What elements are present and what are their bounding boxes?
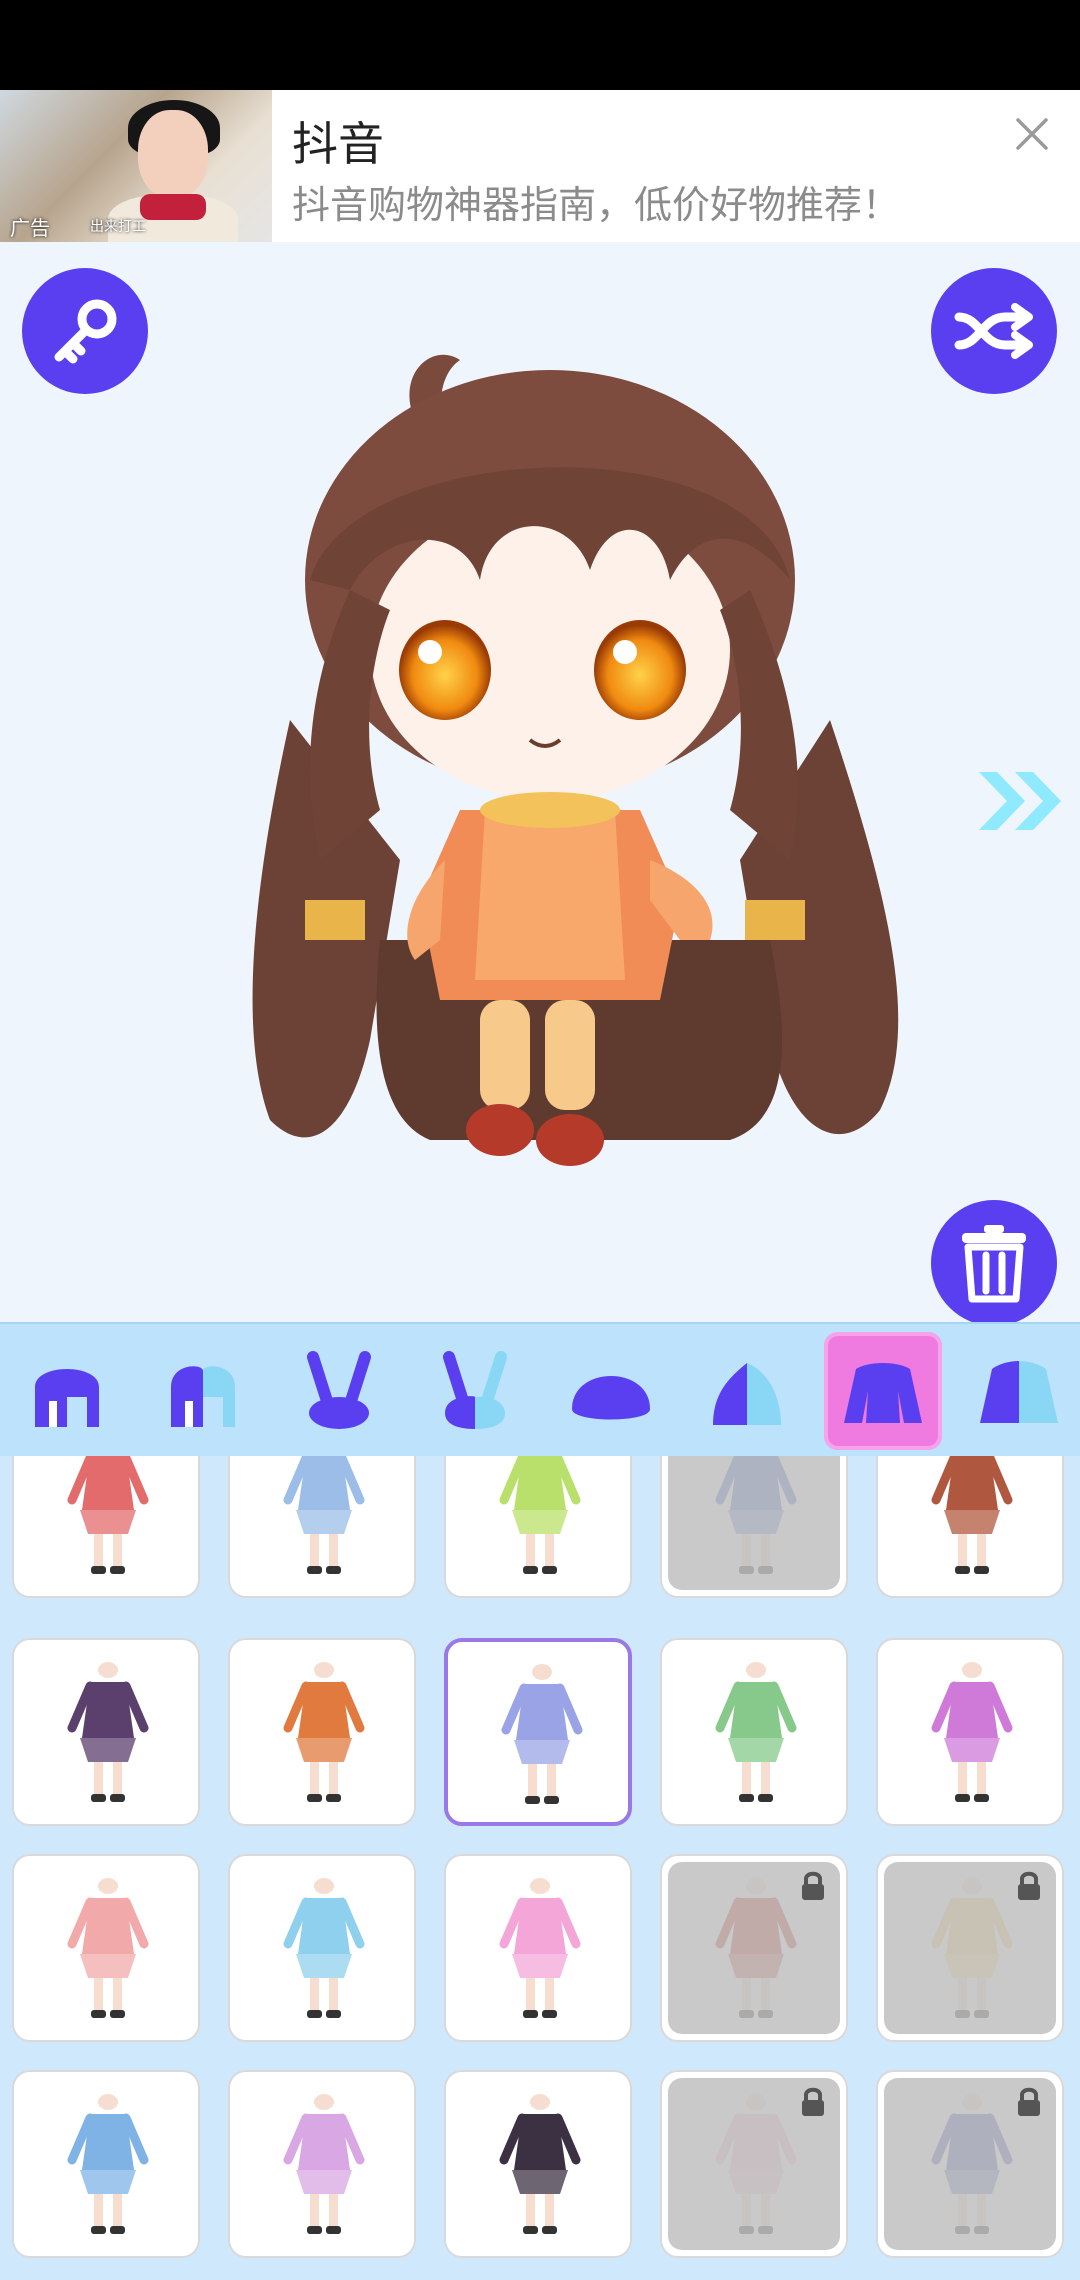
outfit-thumbnail: [283, 1456, 365, 1574]
category-tab-outfit-alt[interactable]: [960, 1332, 1078, 1450]
blob-icon: [572, 1376, 650, 1420]
ad-subtitle[interactable]: 抖音购物神器指南，低价好物推荐！: [292, 174, 900, 229]
category-bar: [0, 1322, 1080, 1458]
lock-icon: [1018, 1871, 1040, 1900]
blob-half-icon: [713, 1363, 781, 1425]
outfit-item-locked[interactable]: [876, 2070, 1064, 2258]
ad-thumbnail[interactable]: 广告 出来打工: [0, 90, 272, 242]
lock-icon: [802, 2087, 824, 2116]
key-icon: [54, 299, 117, 364]
outfit-item[interactable]: [444, 1854, 632, 2042]
status-bar: [0, 0, 1080, 90]
outfit-thumbnail: [67, 1456, 149, 1574]
category-tab-front-hair[interactable]: [8, 1332, 126, 1450]
front-hair-half-icon: [171, 1366, 235, 1427]
outfit-item-locked[interactable]: [660, 1854, 848, 2042]
outfit-item[interactable]: [12, 1456, 200, 1598]
category-tab-hat[interactable]: [552, 1332, 670, 1450]
shuffle-icon: [954, 303, 1033, 359]
outfit-thumbnail: [931, 1456, 1013, 1574]
outfit-item[interactable]: [12, 1854, 200, 2042]
outfit-item[interactable]: [444, 2070, 632, 2258]
outfit-item-locked[interactable]: [660, 1456, 848, 1598]
category-tab-outfit[interactable]: [824, 1332, 942, 1450]
outfit-item[interactable]: [228, 1638, 416, 1826]
outfit-item-selected[interactable]: [444, 1638, 632, 1826]
close-icon[interactable]: [1010, 112, 1054, 156]
lock-icon: [798, 1456, 828, 1458]
outfit-thumbnail: [67, 1878, 149, 2018]
ad-title[interactable]: 抖音: [292, 108, 384, 174]
outfit-item[interactable]: [12, 2070, 200, 2258]
category-tab-ears-alt[interactable]: [416, 1332, 534, 1450]
front-hair-icon: [35, 1369, 99, 1427]
outfit-item-locked[interactable]: [660, 2070, 848, 2258]
ad-banner[interactable]: 广告 出来打工 抖音 抖音购物神器指南，低价好物推荐！: [0, 90, 1080, 242]
outfit-thumbnail: [499, 1456, 581, 1574]
outfit-item-locked[interactable]: [876, 1854, 1064, 2042]
shirt-half-icon: [980, 1361, 1058, 1423]
outfit-thumbnail: [499, 1878, 581, 2018]
outfit-item[interactable]: [876, 1638, 1064, 1826]
outfit-item[interactable]: [228, 2070, 416, 2258]
ad-tag: 广告: [10, 216, 50, 240]
key-button[interactable]: [22, 268, 148, 394]
outfit-thumbnail: [283, 2094, 365, 2234]
items-grid: [0, 1456, 1080, 2280]
character-preview: [252, 354, 899, 1166]
trash-icon: [962, 1225, 1026, 1303]
outfit-item[interactable]: [444, 1456, 632, 1598]
bunny-ears-icon: [307, 1351, 371, 1429]
locked-overlay: [668, 1456, 840, 1590]
category-tab-ears[interactable]: [280, 1332, 398, 1450]
ad-thumb-caption: 出来打工: [90, 219, 146, 235]
category-tab-front-hair-alt[interactable]: [144, 1332, 262, 1450]
outfit-thumbnail: [67, 2094, 149, 2234]
double-chevron-right-icon[interactable]: [975, 768, 1067, 834]
shirt-icon: [844, 1363, 922, 1423]
outfit-item[interactable]: [228, 1456, 416, 1598]
lock-icon: [1018, 2087, 1040, 2116]
outfit-thumbnail: [499, 2094, 581, 2234]
outfit-thumbnail: [501, 1664, 583, 1804]
bunny-ears-half-icon: [443, 1351, 507, 1429]
outfit-thumbnail: [283, 1878, 365, 2018]
outfit-item[interactable]: [660, 1638, 848, 1826]
outfit-thumbnail: [931, 1662, 1013, 1802]
category-tab-accessory[interactable]: [688, 1332, 806, 1450]
lock-icon: [802, 1871, 824, 1900]
outfit-item[interactable]: [12, 1638, 200, 1826]
trash-button[interactable]: [931, 1200, 1057, 1326]
outfit-thumbnail: [67, 1662, 149, 1802]
outfit-item[interactable]: [876, 1456, 1064, 1598]
outfit-thumbnail: [715, 1662, 797, 1802]
outfit-item[interactable]: [228, 1854, 416, 2042]
outfit-thumbnail: [283, 1662, 365, 1802]
